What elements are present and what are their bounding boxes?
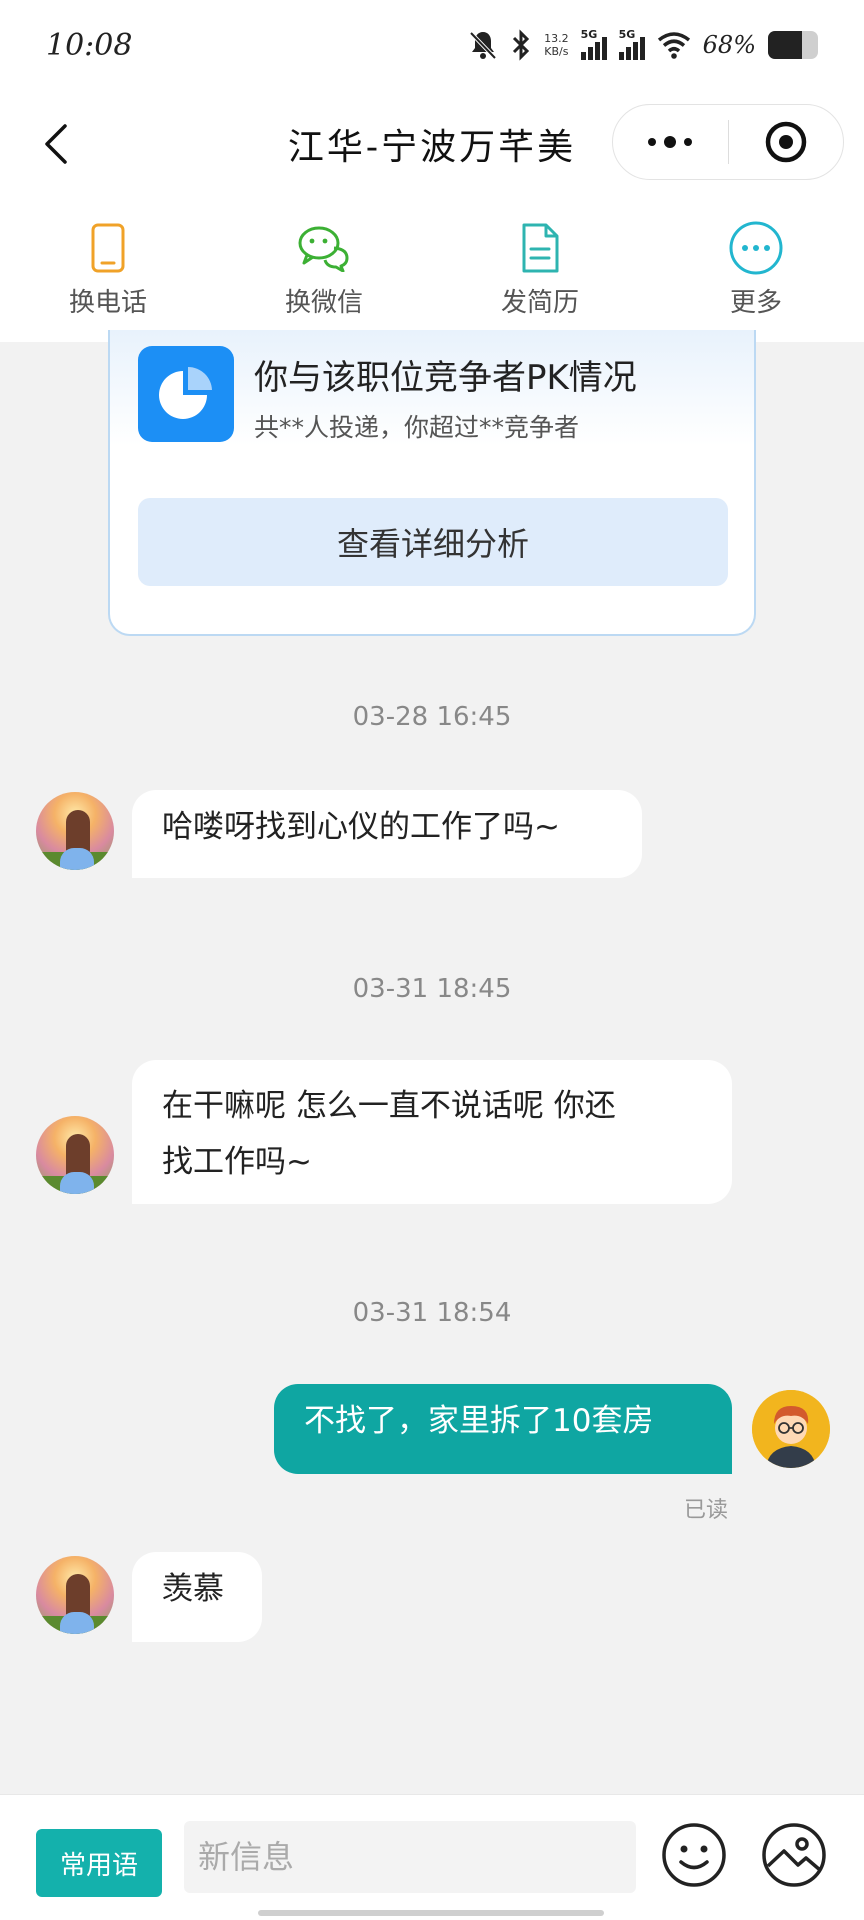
signal-icon: 5G: [618, 28, 645, 60]
message-input[interactable]: [184, 1821, 636, 1893]
action-label: 更多: [729, 288, 782, 318]
network-speed-value: 13.2: [544, 32, 569, 45]
close-mini-program-button[interactable]: [729, 105, 844, 179]
message-bubble-sent: 不找了，家里拆了10套房: [274, 1384, 732, 1474]
mute-bell-icon: [468, 29, 498, 61]
image-icon: [762, 1823, 826, 1887]
common-phrases-button[interactable]: 常用语: [36, 1829, 162, 1897]
avatar[interactable]: [36, 792, 114, 870]
page-title: 江华-宁波万芊美: [287, 127, 577, 168]
message-input-bar: 常用语: [0, 1794, 864, 1920]
pie-chart-icon: [138, 346, 234, 442]
pk-card-subtitle: 共**人投递，你超过**竞争者: [254, 413, 580, 442]
bluetooth-icon: [510, 29, 532, 61]
more-circle-icon: [728, 220, 784, 276]
message-line: 找工作吗~: [162, 1144, 312, 1180]
action-send-resume[interactable]: 发简历: [432, 192, 648, 342]
message-timestamp: 03-31 18:45: [352, 974, 512, 1004]
emoji-button[interactable]: [660, 1821, 728, 1889]
signal-icon: 5G: [580, 28, 607, 60]
message-timestamp: 03-28 16:45: [352, 702, 512, 732]
network-speed: 13.2 KB/s: [544, 32, 569, 58]
nav-header: 江华-宁波万芊美: [0, 96, 864, 192]
mini-program-capsule: [612, 104, 844, 180]
battery-percent: 68%: [702, 31, 756, 59]
avatar[interactable]: [752, 1390, 830, 1468]
read-status: 已读: [683, 1498, 728, 1523]
chevron-left-icon: [45, 124, 67, 164]
message-timestamp: 03-31 18:54: [352, 1298, 512, 1328]
action-change-phone[interactable]: 换电话: [0, 192, 216, 342]
user-avatar-icon: [752, 1390, 830, 1468]
pk-card-title: 你与该职位竞争者PK情况: [254, 358, 637, 398]
signal-label: 5G: [618, 28, 636, 41]
action-label: 换电话: [68, 288, 147, 318]
more-dots-icon: [648, 136, 693, 148]
battery-icon: [768, 31, 818, 59]
message-bubble: 在干嘛呢 怎么一直不说话呢 你还 找工作吗~: [132, 1060, 732, 1204]
avatar[interactable]: [36, 1116, 114, 1194]
target-icon: [765, 121, 806, 163]
image-button[interactable]: [760, 1821, 828, 1889]
action-label: 换微信: [284, 288, 363, 318]
message-bubble: 哈喽呀找到心仪的工作了吗~: [132, 790, 642, 878]
status-icons: 13.2 KB/s 5G 5G 68%: [468, 24, 818, 66]
quick-actions-bar: 换电话 换微信 发简历 更多: [0, 192, 864, 342]
status-time: 10:08: [46, 28, 133, 63]
wechat-icon: [296, 220, 352, 276]
document-icon: [512, 220, 568, 276]
signal-label: 5G: [580, 28, 598, 41]
message-bubble: 羡慕: [132, 1552, 262, 1642]
wifi-icon: [657, 31, 691, 59]
more-button[interactable]: [613, 105, 728, 179]
pk-analysis-card: 你与该职位竞争者PK情况 共**人投递，你超过**竞争者 查看详细分析: [108, 330, 756, 636]
action-more[interactable]: 更多: [648, 192, 864, 342]
emoji-smile-icon: [662, 1823, 726, 1887]
message-line: 在干嘛呢 怎么一直不说话呢 你还: [162, 1088, 616, 1124]
view-analysis-button[interactable]: 查看详细分析: [138, 498, 728, 586]
action-label: 发简历: [500, 288, 579, 318]
back-button[interactable]: [28, 116, 84, 172]
action-change-wechat[interactable]: 换微信: [216, 192, 432, 342]
network-speed-unit: KB/s: [544, 45, 569, 58]
home-indicator[interactable]: [258, 1910, 604, 1916]
avatar[interactable]: [36, 1556, 114, 1634]
status-bar: 10:08 13.2 KB/s 5G 5G 68%: [0, 0, 864, 96]
phone-icon: [80, 220, 136, 276]
